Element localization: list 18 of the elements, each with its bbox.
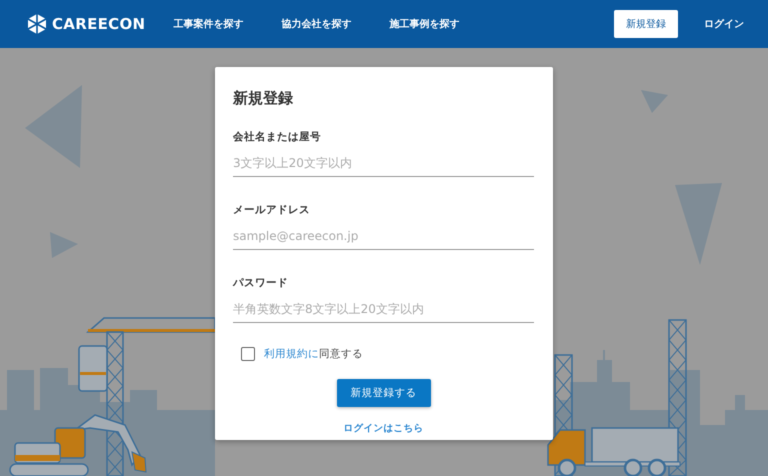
terms-text: 利用規約に 同意する bbox=[264, 347, 363, 361]
triangle-shape bbox=[50, 232, 78, 258]
field-label: パスワード bbox=[233, 276, 289, 290]
logo-icon bbox=[26, 13, 48, 35]
dialog-title: 新規登録 bbox=[233, 89, 294, 108]
login-link[interactable]: ログインはこちら bbox=[344, 422, 424, 435]
triangle-shape bbox=[641, 90, 668, 113]
logo-text: CAREECON bbox=[52, 15, 146, 33]
nav-link[interactable]: 工事案件を探す bbox=[173, 17, 244, 31]
submit-button[interactable]: 新規登録する bbox=[336, 379, 430, 407]
field-label: 会社名または屋号 bbox=[233, 130, 322, 144]
nav-link[interactable]: 施工事例を探す bbox=[389, 17, 460, 31]
nav-link[interactable]: 協力会社を探す bbox=[281, 17, 352, 31]
login-link[interactable]: ログイン bbox=[704, 17, 744, 31]
terms-checkbox[interactable] bbox=[241, 347, 255, 361]
field-label: メールアドレス bbox=[233, 203, 311, 217]
terms-link[interactable]: 利用規約に bbox=[264, 348, 319, 360]
signup-button[interactable]: 新規登録 bbox=[614, 10, 678, 38]
